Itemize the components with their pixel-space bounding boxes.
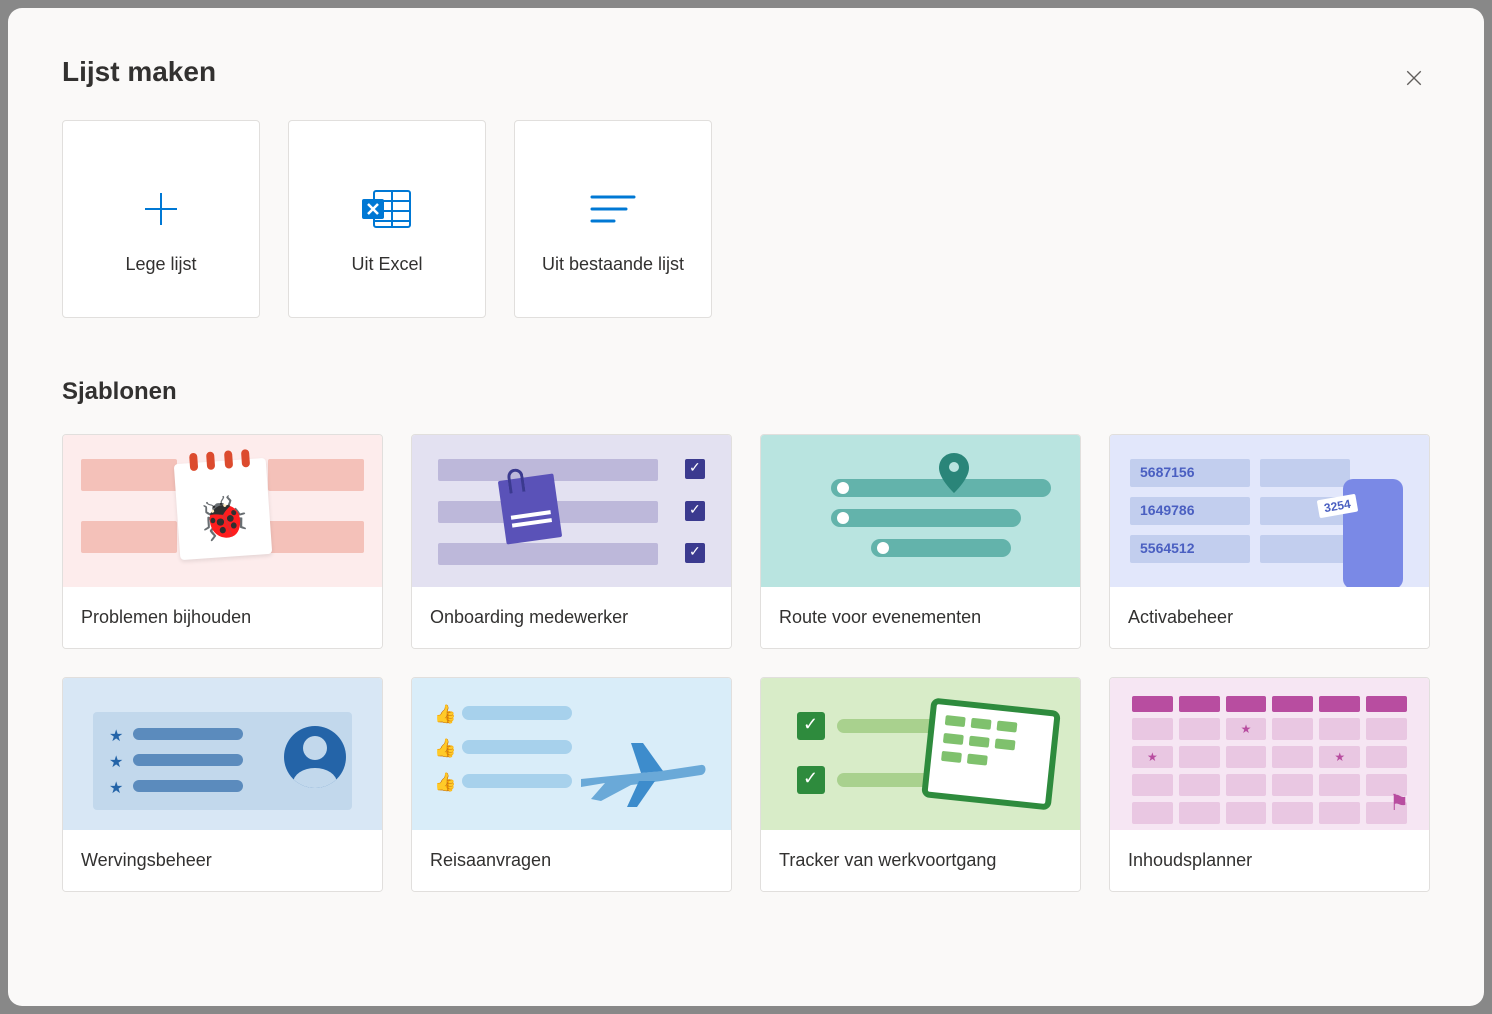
- close-icon: [1405, 69, 1423, 87]
- template-label: Reisaanvragen: [412, 830, 731, 891]
- onboarding-illustration: [412, 435, 731, 587]
- list-icon: [588, 164, 638, 254]
- template-label: Wervingsbeheer: [63, 830, 382, 891]
- template-travel-requests[interactable]: 👍 👍 👍 Reisaanvragen: [411, 677, 732, 892]
- thumbs-up-icon: 👍: [434, 704, 456, 725]
- create-options-row: Lege lijst Uit Excel: [62, 120, 1430, 318]
- template-label: Problemen bijhouden: [63, 587, 382, 648]
- avatar-icon: [284, 726, 346, 788]
- template-issue-tracker[interactable]: 🐞 Problemen bijhouden: [62, 434, 383, 649]
- template-label: Activabeheer: [1110, 587, 1429, 648]
- template-work-progress[interactable]: Tracker van werkvoortgang: [760, 677, 1081, 892]
- template-label: Inhoudsplanner: [1110, 830, 1429, 891]
- template-recruitment[interactable]: ★★★ Wervingsbeheer: [62, 677, 383, 892]
- from-excel-label: Uit Excel: [351, 254, 422, 275]
- templates-grid: 🐞 Problemen bijhouden Onboarding medewer…: [62, 434, 1430, 892]
- bug-icon: 🐞: [195, 493, 251, 546]
- template-label: Tracker van werkvoortgang: [761, 830, 1080, 891]
- content-planner-illustration: ⚑: [1110, 678, 1429, 830]
- template-label: Onboarding medewerker: [412, 587, 731, 648]
- from-existing-label: Uit bestaande lijst: [542, 254, 684, 275]
- template-employee-onboarding[interactable]: Onboarding medewerker: [411, 434, 732, 649]
- template-content-planner[interactable]: ⚑ Inhoudsplanner: [1109, 677, 1430, 892]
- checkbox-icon: [797, 766, 825, 794]
- blank-list-card[interactable]: Lege lijst: [62, 120, 260, 318]
- thumbs-up-icon: 👍: [434, 772, 456, 793]
- template-label: Route voor evenementen: [761, 587, 1080, 648]
- blank-list-label: Lege lijst: [125, 254, 196, 275]
- plus-icon: [137, 164, 185, 254]
- dialog-title: Lijst maken: [62, 56, 1430, 88]
- tablet-icon: [921, 697, 1061, 810]
- thumbs-up-icon: 👍: [434, 738, 456, 759]
- excel-icon: [360, 164, 414, 254]
- checkbox-icon: [797, 712, 825, 740]
- asset-manager-illustration: 5687156 1649786 5564512 3254: [1110, 435, 1429, 587]
- template-event-itinerary[interactable]: Route voor evenementen: [760, 434, 1081, 649]
- from-existing-card[interactable]: Uit bestaande lijst: [514, 120, 712, 318]
- from-excel-card[interactable]: Uit Excel: [288, 120, 486, 318]
- template-asset-manager[interactable]: 5687156 1649786 5564512 3254 Activabehee…: [1109, 434, 1430, 649]
- close-button[interactable]: [1400, 64, 1428, 92]
- work-progress-illustration: [761, 678, 1080, 830]
- create-list-dialog: Lijst maken Lege lijst: [8, 8, 1484, 1006]
- airplane-icon: [571, 729, 711, 814]
- issue-tracker-illustration: 🐞: [63, 435, 382, 587]
- map-pin-icon: [939, 453, 969, 503]
- document-icon: [498, 473, 562, 544]
- flag-icon: ⚑: [1389, 790, 1409, 816]
- recruitment-illustration: ★★★: [63, 678, 382, 830]
- event-itinerary-illustration: [761, 435, 1080, 587]
- templates-heading: Sjablonen: [62, 378, 1430, 406]
- travel-requests-illustration: 👍 👍 👍: [412, 678, 731, 830]
